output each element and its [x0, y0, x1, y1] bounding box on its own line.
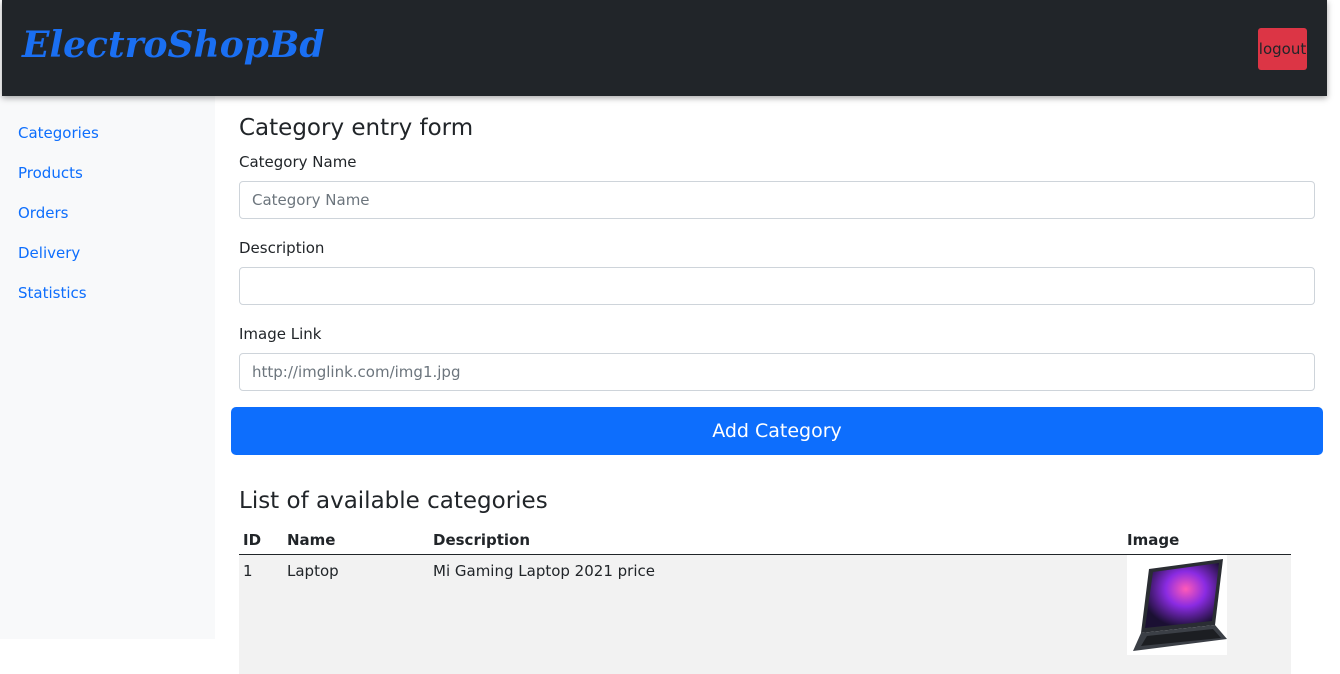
cell-image: [1123, 554, 1291, 674]
description-input[interactable]: [239, 267, 1315, 305]
form-title: Category entry form: [239, 115, 474, 141]
add-category-button[interactable]: Add Category: [231, 407, 1323, 455]
sidebar-item-orders[interactable]: Orders: [18, 204, 68, 222]
sidebar-item-delivery[interactable]: Delivery: [18, 244, 80, 262]
sidebar-item-statistics[interactable]: Statistics: [18, 284, 87, 302]
main-content: Category entry form Category Name Descri…: [215, 96, 1340, 674]
brand-logo[interactable]: ElectroShopBd: [22, 24, 325, 66]
cell-name: Laptop: [283, 554, 429, 674]
laptop-thumbnail-icon: [1127, 554, 1227, 655]
cell-description: Mi Gaming Laptop 2021 price: [429, 554, 1123, 674]
column-header-description: Description: [429, 526, 1123, 555]
logout-button[interactable]: logout: [1258, 28, 1307, 70]
categories-table: ID Name Description Image 1 Laptop Mi Ga…: [239, 526, 1291, 674]
sidebar-item-products[interactable]: Products: [18, 164, 83, 182]
image-link-label: Image Link: [239, 325, 322, 343]
list-title: List of available categories: [239, 488, 548, 514]
image-link-input[interactable]: [239, 353, 1315, 391]
description-label: Description: [239, 239, 325, 257]
category-name-label: Category Name: [239, 153, 357, 171]
table-row: 1 Laptop Mi Gaming Laptop 2021 price: [239, 554, 1291, 674]
sidebar-item-categories[interactable]: Categories: [18, 124, 99, 142]
column-header-id: ID: [239, 526, 283, 555]
column-header-image: Image: [1123, 526, 1291, 555]
sidebar: Categories Products Orders Delivery Stat…: [0, 96, 215, 639]
column-header-name: Name: [283, 526, 429, 555]
table-header-row: ID Name Description Image: [239, 526, 1291, 555]
cell-id: 1: [239, 554, 283, 674]
top-navbar: ElectroShopBd logout: [2, 0, 1327, 96]
category-name-input[interactable]: [239, 181, 1315, 219]
